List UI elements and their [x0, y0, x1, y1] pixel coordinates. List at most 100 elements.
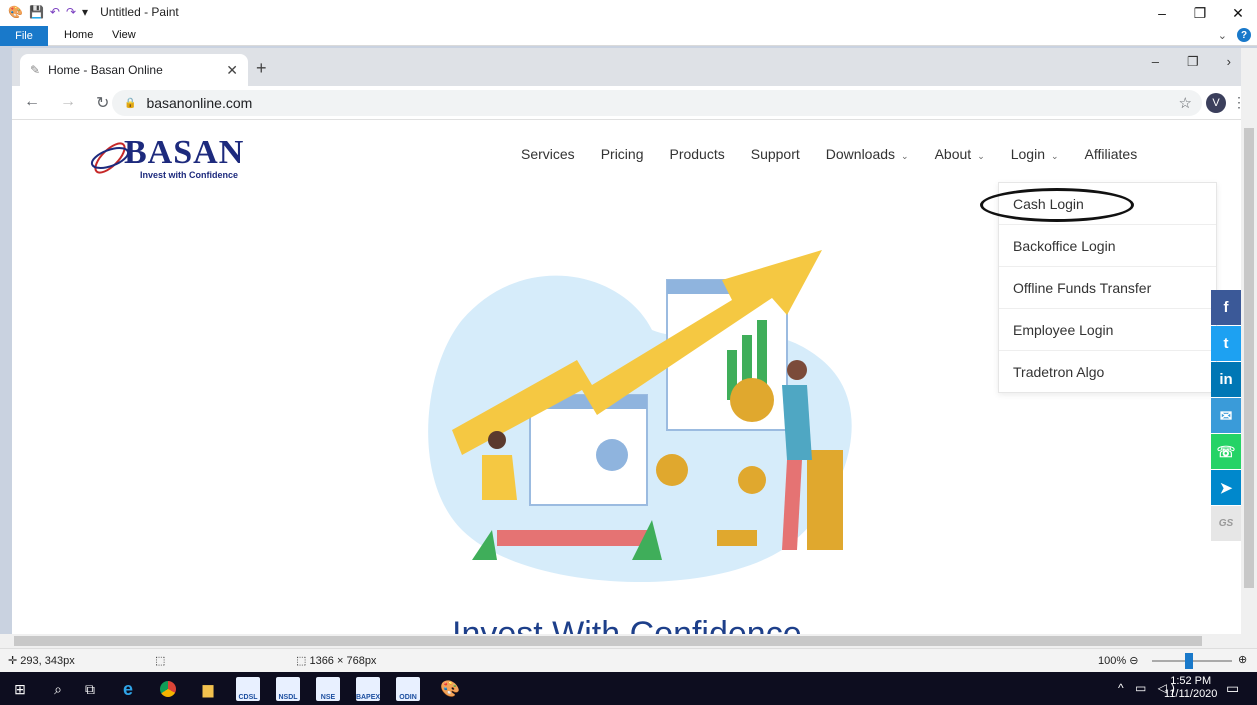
paint-title-bar: 🎨 💾 ↶ ↷ ▾ Untitled - Paint – ❐ ✕: [0, 0, 1257, 26]
taskbar-clock[interactable]: 1:52 PM 11/11/2020: [1164, 675, 1217, 701]
ribbon-tab-home[interactable]: Home: [64, 29, 93, 41]
nav-pricing[interactable]: Pricing: [601, 146, 644, 162]
zoom-in-icon[interactable]: ⊕: [1238, 653, 1247, 666]
redo-icon[interactable]: ↷: [66, 5, 76, 19]
quick-access-toolbar: 🎨 💾 ↶ ↷ ▾ Untitled - Paint: [8, 5, 179, 19]
clock-time: 1:52 PM: [1170, 675, 1212, 687]
nav-products[interactable]: Products: [669, 146, 724, 162]
hero-title: Invest With Confidence: [452, 615, 802, 634]
zoom-level: 100% ⊖: [1098, 654, 1138, 667]
nav-support[interactable]: Support: [751, 146, 800, 162]
help-icon[interactable]: ?: [1237, 28, 1251, 42]
notification-icon[interactable]: ▭: [1226, 680, 1239, 697]
paint-ribbon: File Home View ⌄ ?: [0, 26, 1257, 46]
nav-affiliates[interactable]: Affiliates: [1085, 146, 1138, 162]
menu-item-employee-login[interactable]: Employee Login: [999, 309, 1216, 351]
paint-taskbar-icon[interactable]: 🎨: [440, 679, 460, 699]
new-tab-icon[interactable]: +: [256, 58, 267, 79]
taskbar-app-nse[interactable]: NSE: [316, 677, 340, 701]
windows-taskbar: ⊞ ⌕ ⧉ e ▆ CDSL NSDL NSE BAPEX ODIN 🎨 ^ ▭…: [0, 672, 1257, 705]
paint-status-bar: ✛ 293, 343px ⬚ ⬚ 1366 × 768px 100% ⊖ ⊕: [0, 648, 1257, 672]
browser-close-icon[interactable]: ›: [1227, 54, 1231, 70]
browser-window-controls: – ❐ ›: [1152, 54, 1241, 70]
twitter-icon[interactable]: t: [1211, 326, 1241, 361]
reload-icon[interactable]: ↻: [96, 93, 109, 113]
undo-icon[interactable]: ↶: [50, 5, 60, 19]
menu-item-backoffice-login[interactable]: Backoffice Login: [999, 225, 1216, 267]
menu-item-tradetron-algo[interactable]: Tradetron Algo: [999, 351, 1216, 393]
image-size: ⬚ 1366 × 768px: [296, 654, 376, 667]
save-icon[interactable]: 💾: [29, 5, 44, 19]
whatsapp-icon[interactable]: ☏: [1211, 434, 1241, 469]
ribbon-right-controls: ⌄ ?: [1218, 28, 1251, 42]
image-size-icon: ⬚: [296, 655, 310, 667]
chrome-icon[interactable]: [158, 679, 178, 699]
internet-explorer-icon[interactable]: e: [118, 679, 138, 699]
close-icon[interactable]: ✕: [1219, 0, 1257, 26]
ribbon-tab-file[interactable]: File: [0, 26, 48, 46]
getsocial-icon[interactable]: GS: [1211, 506, 1241, 541]
address-bar[interactable]: 🔒 basanonline.com ☆: [112, 90, 1202, 116]
logo-tagline: Invest with Confidence: [140, 170, 239, 180]
email-icon[interactable]: ✉: [1211, 398, 1241, 433]
clock-date: 11/11/2020: [1164, 688, 1218, 700]
nav-downloads-label: Downloads: [825, 146, 896, 162]
chevron-down-icon: ⌄: [977, 151, 985, 161]
file-explorer-icon[interactable]: ▆: [198, 679, 218, 699]
windows-start-icon[interactable]: ⊞: [10, 679, 30, 699]
customize-toolbar-icon[interactable]: ▾: [82, 5, 88, 19]
facebook-icon[interactable]: f: [1211, 290, 1241, 325]
url-text: basanonline.com: [146, 95, 253, 111]
vertical-scroll-thumb[interactable]: [1244, 128, 1254, 588]
image-size-value: 1366 × 768px: [309, 655, 377, 667]
nav-login[interactable]: Login ⌄: [1011, 146, 1059, 162]
back-icon[interactable]: ←: [24, 93, 40, 113]
annotation-ellipse: [980, 188, 1134, 222]
cursor-position-value: 293, 343px: [20, 655, 75, 667]
browser-minimize-icon[interactable]: –: [1152, 54, 1159, 70]
logo-word: BASAN: [124, 134, 245, 171]
bookmark-star-icon[interactable]: ☆: [1179, 94, 1192, 112]
browser-tab[interactable]: ✎ Home - Basan Online ✕: [20, 54, 248, 86]
horizontal-scrollbar[interactable]: [0, 634, 1257, 648]
ribbon-collapse-icon[interactable]: ⌄: [1218, 29, 1227, 42]
forward-icon[interactable]: →: [60, 93, 76, 113]
tab-title: Home - Basan Online: [48, 63, 163, 77]
nav-about[interactable]: About ⌄: [935, 146, 985, 162]
chevron-down-icon: ⌄: [901, 151, 909, 161]
taskbar-app-nsdl[interactable]: NSDL: [276, 677, 300, 701]
zoom-slider-thumb[interactable]: [1185, 653, 1193, 669]
menu-item-offline-funds-transfer[interactable]: Offline Funds Transfer: [999, 267, 1216, 309]
ribbon-tab-view[interactable]: View: [112, 29, 136, 41]
linkedin-icon[interactable]: in: [1211, 362, 1241, 397]
cursor-position: ✛ 293, 343px: [8, 654, 75, 667]
browser-menu-icon[interactable]: ⋮: [1232, 94, 1241, 111]
horizontal-scroll-thumb[interactable]: [14, 636, 1202, 646]
paint-app-icon: 🎨: [8, 5, 23, 19]
task-view-icon[interactable]: ⧉: [80, 679, 100, 699]
nav-about-label: About: [934, 146, 972, 162]
taskbar-app-cdsl[interactable]: CDSL: [236, 677, 260, 701]
site-favicon-icon: ✎: [30, 63, 41, 77]
tab-close-icon[interactable]: ✕: [226, 62, 238, 79]
minimize-icon[interactable]: –: [1143, 0, 1181, 26]
vertical-scrollbar[interactable]: [1241, 48, 1257, 634]
profile-avatar[interactable]: V: [1206, 93, 1226, 113]
main-nav: Services Pricing Products Support Downlo…: [521, 146, 1137, 162]
basan-logo[interactable]: BASAN Invest with Confidence: [88, 134, 258, 182]
nav-downloads[interactable]: Downloads ⌄: [826, 146, 909, 162]
search-icon[interactable]: ⌕: [48, 679, 68, 699]
chevron-down-icon: ⌄: [1051, 151, 1059, 161]
telegram-icon[interactable]: ➤: [1211, 470, 1241, 505]
taskbar-app-odin[interactable]: ODIN: [396, 677, 420, 701]
zoom-out-icon[interactable]: ⊖: [1129, 655, 1138, 667]
browser-restore-icon[interactable]: ❐: [1187, 54, 1199, 70]
taskbar-app-bapex[interactable]: BAPEX: [356, 677, 380, 701]
social-share-bar: f t in ✉ ☏ ➤ GS: [1211, 290, 1241, 542]
nav-services[interactable]: Services: [521, 146, 575, 162]
restore-icon[interactable]: ❐: [1181, 0, 1219, 26]
crosshair-icon: ✛: [8, 655, 21, 667]
toolbar: ← → ↻ 🔒 basanonline.com ☆ V ⋮: [12, 86, 1241, 120]
nav-login-label: Login: [1010, 146, 1045, 162]
selection-size-icon: ⬚: [155, 655, 166, 667]
